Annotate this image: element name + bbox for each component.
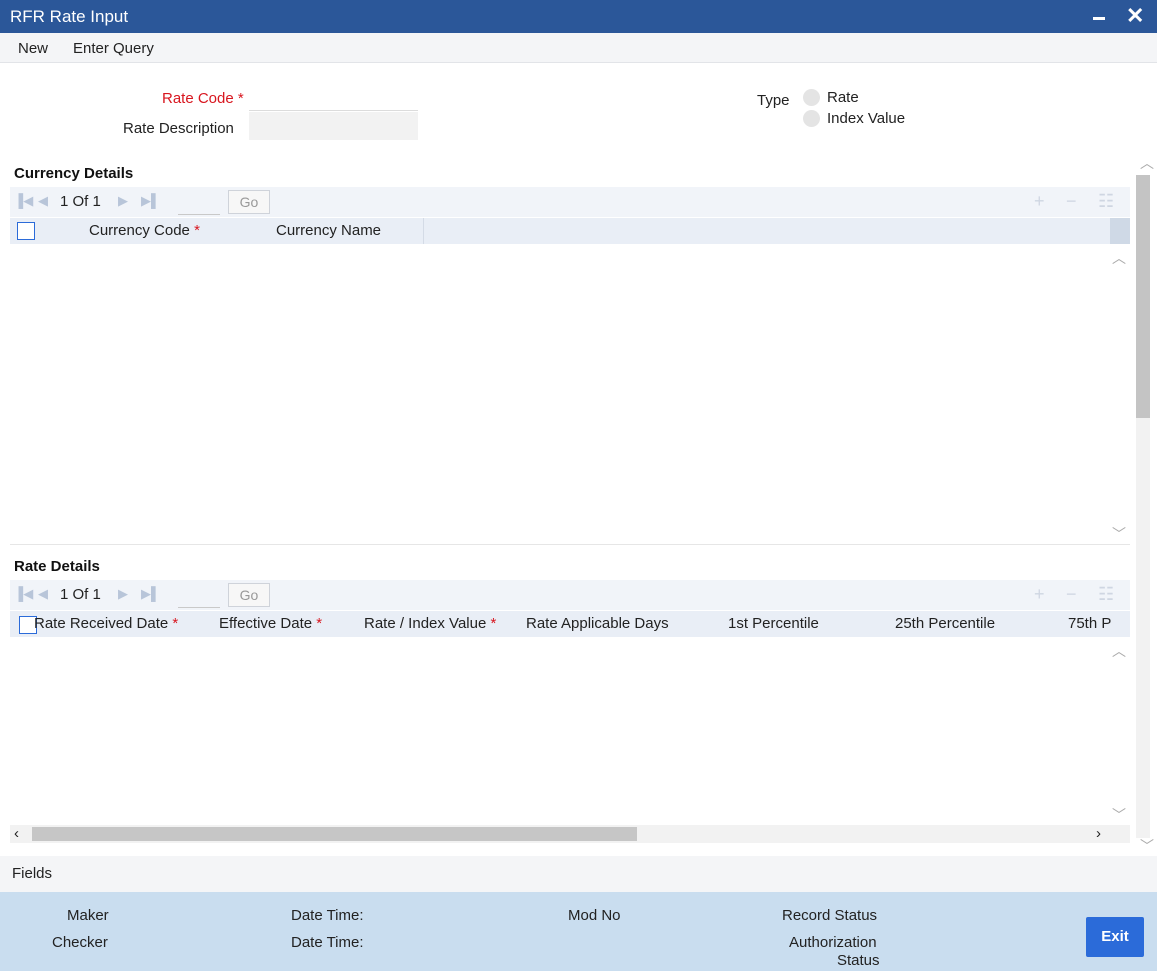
last-page-icon[interactable]: ▶▌ [141,586,160,602]
rate-go-button[interactable]: Go [228,583,270,607]
prev-page-icon[interactable]: ◀ [38,586,48,602]
rate-description-input[interactable] [249,112,418,140]
prev-page-icon[interactable]: ◀ [38,193,48,209]
enter-query-menu-item[interactable]: Enter Query [73,40,154,57]
first-page-icon[interactable]: ▐◀ [14,586,33,602]
authorization-status-label-line2: Status [837,952,880,969]
rate-grid-scroll-down-icon[interactable]: ﹀ [1112,805,1126,825]
add-row-icon[interactable]: + [1034,191,1045,212]
minimize-icon[interactable] [1093,17,1105,20]
record-status-label: Record Status [782,907,878,924]
single-view-icon[interactable]: ☷ [1098,191,1114,212]
rate-description-label: Rate Description [123,120,234,137]
scroll-left-icon[interactable]: ‹ [14,825,19,842]
type-label: Type [757,92,790,109]
window-title: RFR Rate Input [10,7,129,26]
outer-scroll-up-icon[interactable]: ︿ [1140,153,1154,173]
currency-select-all-checkbox[interactable] [17,222,35,240]
rate-index-value-header[interactable]: Rate / Index Value * [364,615,496,632]
rate-details-title: Rate Details [14,558,100,575]
rate-code-input[interactable] [249,83,418,111]
effective-date-header[interactable]: Effective Date * [219,615,322,632]
currency-details-title: Currency Details [14,165,134,182]
outer-scroll-down-icon[interactable]: ﹀ [1140,836,1154,856]
column-divider [423,218,424,244]
horizontal-scroll-thumb[interactable] [32,827,637,841]
currency-go-button[interactable]: Go [228,190,270,214]
next-page-icon[interactable]: ▶ [118,193,128,209]
maker-date-time-label: Date Time: [291,907,364,924]
currency-grid-bottom-border [10,544,1130,545]
outer-scrollbar-track[interactable] [1136,418,1150,838]
currency-name-header[interactable]: Currency Name [276,222,381,239]
seventy-fifth-percentile-header[interactable]: 75th P [1068,615,1130,632]
currency-grid-body[interactable]: ︿ ﹀ [10,244,1130,544]
first-percentile-header[interactable]: 1st Percentile [728,615,819,632]
rate-grid-horizontal-scrollbar[interactable]: ‹ › [10,825,1130,843]
rate-grid-header: Rate Received Date * Effective Date * Ra… [10,611,1130,637]
rate-pager-text: 1 Of 1 [60,586,101,603]
rate-grid-body[interactable]: ︿ ﹀ [10,637,1130,825]
type-index-value-label: Index Value [827,110,906,127]
delete-row-icon[interactable]: − [1066,191,1077,212]
mod-no-label: Mod No [568,907,621,924]
twenty-fifth-percentile-header[interactable]: 25th Percentile [895,615,995,632]
currency-details-pager: ▐◀ ◀ 1 Of 1 ▶ ▶▌ Go + − ☷ [10,187,1130,217]
maker-label: Maker [67,907,109,924]
rate-details-pager: ▐◀ ◀ 1 Of 1 ▶ ▶▌ Go + − ☷ [10,580,1130,610]
rate-applicable-days-header[interactable]: Rate Applicable Days [526,615,669,632]
exit-button[interactable]: Exit [1086,917,1144,957]
fields-link[interactable]: Fields [12,865,52,882]
close-icon[interactable]: ✕ [1126,4,1144,28]
last-page-icon[interactable]: ▶▌ [141,193,160,209]
new-menu-item[interactable]: New [18,40,48,57]
currency-pager-text: 1 Of 1 [60,193,101,210]
type-rate-label: Rate [827,89,859,106]
scroll-right-icon[interactable]: › [1096,825,1101,842]
menu-bar: New Enter Query [0,33,1157,63]
currency-grid-scroll-up-icon[interactable]: ︿ [1112,248,1126,268]
next-page-icon[interactable]: ▶ [118,586,128,602]
currency-code-header[interactable]: Currency Code * [89,222,200,239]
add-row-icon[interactable]: + [1034,584,1045,605]
rate-page-input[interactable] [178,584,220,608]
authorization-status-label-line1: Authorization [789,934,877,951]
type-rate-radio[interactable] [803,89,820,106]
type-index-value-radio[interactable] [803,110,820,127]
window-titlebar: RFR Rate Input ✕ [0,0,1157,33]
fields-bar: Fields [0,856,1157,892]
outer-scrollbar-thumb[interactable] [1136,175,1150,418]
rate-received-date-header[interactable]: Rate Received Date * [34,615,178,632]
currency-page-input[interactable] [178,191,220,215]
delete-row-icon[interactable]: − [1066,584,1077,605]
checker-label: Checker [52,934,108,951]
rate-grid-scroll-up-icon[interactable]: ︿ [1112,641,1126,661]
header-scroll-corner [1110,218,1130,244]
audit-footer: Maker Checker Date Time: Date Time: Mod … [0,892,1157,971]
currency-grid-scroll-down-icon[interactable]: ﹀ [1112,524,1126,544]
checker-date-time-label: Date Time: [291,934,364,951]
rate-code-label: Rate Code * [162,90,244,107]
single-view-icon[interactable]: ☷ [1098,584,1114,605]
first-page-icon[interactable]: ▐◀ [14,193,33,209]
currency-grid-header: Currency Code * Currency Name [10,218,1130,244]
